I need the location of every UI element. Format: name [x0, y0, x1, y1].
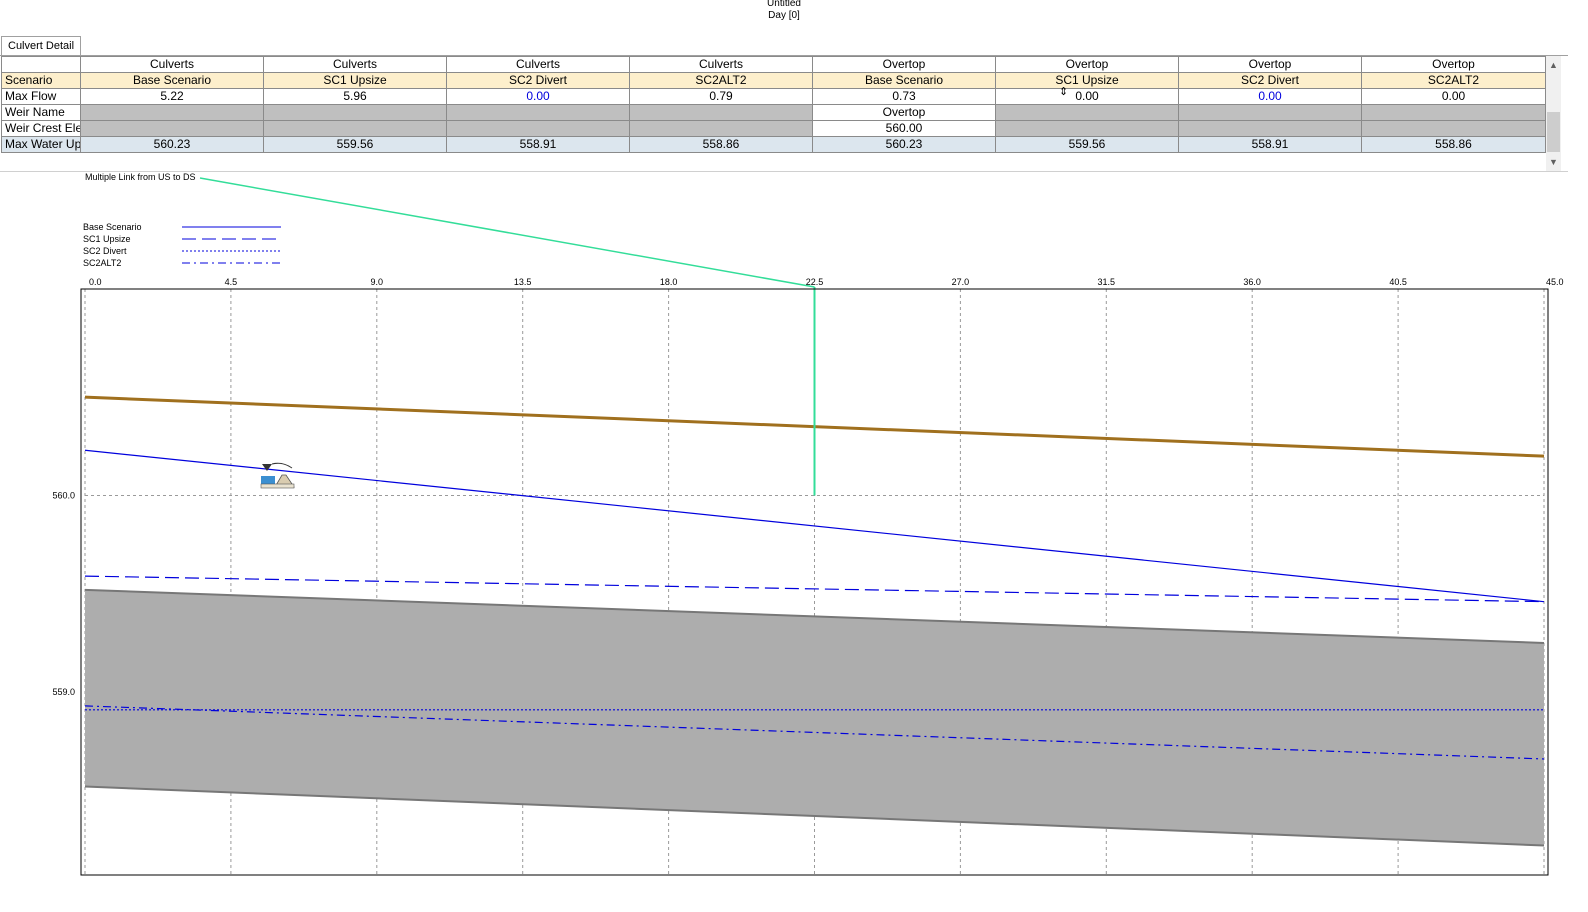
x-tick-label: 0.0 [89, 277, 102, 287]
x-tick-label: 27.0 [952, 277, 970, 287]
culvert-barrel [85, 589, 1544, 846]
x-tick-label: 9.0 [371, 277, 384, 287]
water-surface-icon[interactable] [260, 462, 295, 489]
y-axis-ticks: 560.0 559.0 [52, 490, 75, 697]
x-tick-label: 22.5 [806, 277, 824, 287]
chart-legend: Base Scenario SC1 Upsize SC2 Divert SC2ALT2 [83, 222, 281, 268]
y-tick-label: 559.0 [52, 687, 75, 697]
y-tick-label: 560.0 [52, 490, 75, 500]
legend-label: SC1 Upsize [83, 234, 131, 244]
legend-label: SC2 Divert [83, 246, 127, 256]
legend-label: Base Scenario [83, 222, 142, 232]
legend-label: SC2ALT2 [83, 258, 121, 268]
x-tick-label: 13.5 [514, 277, 532, 287]
chart-title: Multiple Link from US to DS [85, 172, 196, 182]
water-arc-icon [271, 462, 293, 469]
x-axis-ticks: 0.0 4.5 9.0 13.5 18.0 22.5 27.0 31.5 36.0 40.5 45.… [89, 277, 1564, 287]
profile-chart: 0.0 4.5 9.0 13.5 18.0 22.5 27.0 31.5 36.0 40.5 45.… [52, 172, 1564, 876]
ground-icon [260, 483, 295, 489]
x-tick-label: 36.0 [1243, 277, 1261, 287]
x-tick-label: 45.0 [1546, 277, 1564, 287]
x-tick-label: 18.0 [660, 277, 678, 287]
cursor-leader-line [199, 177, 815, 288]
x-tick-label: 31.5 [1098, 277, 1116, 287]
x-tick-label: 4.5 [225, 277, 238, 287]
chart-cursor[interactable] [199, 177, 816, 496]
x-tick-label: 40.5 [1389, 277, 1407, 287]
